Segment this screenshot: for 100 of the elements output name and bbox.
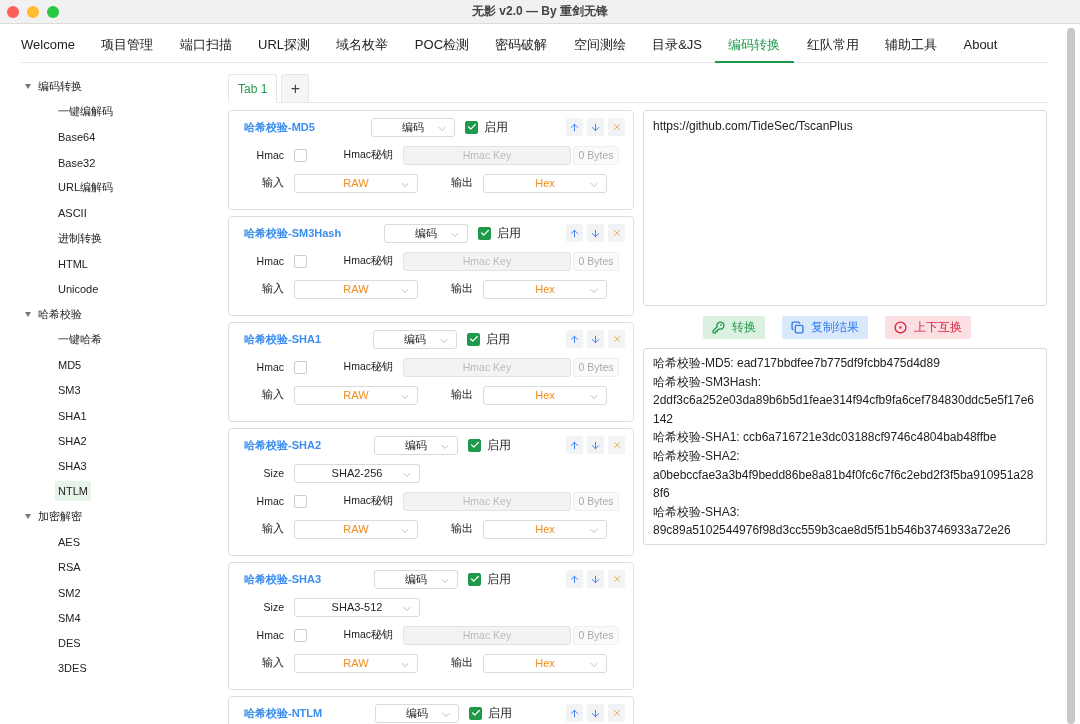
nav-tab[interactable]: 域名枚举 <box>323 24 402 63</box>
hmac-checkbox[interactable] <box>294 360 307 374</box>
move-down-button[interactable] <box>587 330 604 348</box>
nav-tab[interactable]: 红队常用 <box>793 24 872 63</box>
close-button[interactable] <box>608 118 625 136</box>
move-down-button[interactable] <box>587 570 604 588</box>
hmac-checkbox[interactable] <box>294 148 307 162</box>
move-down-button[interactable] <box>587 436 604 454</box>
enable-label: 启用 <box>486 330 510 348</box>
tree-item[interactable]: SHA1 <box>55 405 90 426</box>
tree-item[interactable]: ASCII <box>55 203 90 224</box>
nav-tab[interactable]: 编码转换 <box>715 24 794 63</box>
tree-item[interactable]: SM3 <box>55 380 84 401</box>
tree-item[interactable]: 一键编解码 <box>55 100 116 124</box>
nav-tab[interactable]: 辅助工具 <box>871 24 951 63</box>
move-up-button[interactable] <box>566 118 583 136</box>
hmac-checkbox[interactable] <box>294 254 307 268</box>
tree-item[interactable]: RSA <box>55 557 84 578</box>
swap-button[interactable]: 上下互换 <box>885 316 971 339</box>
close-button[interactable] <box>608 704 625 722</box>
nav-tab[interactable]: 项目管理 <box>88 24 167 63</box>
nav-tab[interactable]: 目录&JS <box>638 24 716 63</box>
tree-item[interactable]: NTLM <box>55 481 91 502</box>
tree-group[interactable]: 加密解密 <box>38 509 82 525</box>
tree-item[interactable]: Base64 <box>55 127 99 148</box>
close-button[interactable] <box>608 436 625 454</box>
size-select[interactable]: SHA2-256 <box>294 463 420 483</box>
move-up-button[interactable] <box>566 436 583 454</box>
caret-icon[interactable] <box>25 514 31 520</box>
tree-item[interactable]: 一键哈希 <box>55 328 105 352</box>
close-button[interactable] <box>608 330 625 348</box>
hmac-label: Hmac <box>255 629 284 641</box>
output-line: 哈希校验-SM3Hash: <box>653 373 763 391</box>
hmac-key-field[interactable]: Hmac Key <box>403 145 571 165</box>
byte-count: 0 Bytes <box>573 357 619 377</box>
move-up-button[interactable] <box>566 330 583 348</box>
tree-item[interactable]: SM2 <box>55 582 84 603</box>
input-text-area[interactable]: https://github.com/TideSec/TscanPlus <box>643 110 1047 306</box>
nav-tab[interactable]: URL探测 <box>244 24 324 63</box>
output-text-area[interactable] <box>643 348 1047 545</box>
arrow-up-icon <box>569 121 580 133</box>
nav-tab[interactable]: 空间测绘 <box>560 24 639 63</box>
nav-tab[interactable]: 端口扫描 <box>166 24 245 63</box>
move-down-button[interactable] <box>587 118 604 136</box>
tree-item[interactable]: SM4 <box>55 607 84 628</box>
tree-item[interactable]: 3DES <box>55 658 90 679</box>
nav-tab[interactable]: 密码破解 <box>482 24 561 63</box>
document-tab[interactable]: Tab 1 <box>228 74 278 103</box>
enable-checkbox[interactable] <box>478 226 491 240</box>
move-down-button[interactable] <box>587 704 604 722</box>
key-label: Hmac秘钥 <box>342 254 393 268</box>
mode-select[interactable]: 编码 <box>374 435 458 455</box>
nav-tab[interactable]: About <box>950 24 1011 63</box>
tree-item[interactable]: DES <box>55 633 84 654</box>
close-button[interactable] <box>608 224 625 242</box>
tree-item[interactable]: AES <box>55 532 83 552</box>
mode-select[interactable]: 编码 <box>374 569 458 589</box>
nav-tab[interactable]: POC检测 <box>401 24 483 63</box>
mode-select[interactable]: 编码 <box>375 703 459 723</box>
enable-checkbox[interactable] <box>465 120 478 134</box>
tree-item[interactable]: SHA3 <box>55 456 90 477</box>
hmac-checkbox[interactable] <box>294 628 307 642</box>
tree-item[interactable]: URL编解码 <box>55 176 116 200</box>
hmac-checkbox[interactable] <box>294 494 307 508</box>
enable-checkbox[interactable] <box>467 332 480 346</box>
move-down-button[interactable] <box>587 224 604 242</box>
tree-item[interactable]: SHA2 <box>55 430 90 451</box>
move-up-button[interactable] <box>566 704 583 722</box>
move-up-button[interactable] <box>566 224 583 242</box>
tree-item[interactable]: Base32 <box>55 152 99 173</box>
caret-icon[interactable] <box>25 84 31 90</box>
hmac-key-field[interactable]: Hmac Key <box>403 251 571 271</box>
enable-label: 启用 <box>488 704 512 722</box>
enable-checkbox[interactable] <box>468 438 481 452</box>
hmac-key-field[interactable]: Hmac Key <box>403 357 571 377</box>
tree-item[interactable]: 进制转换 <box>55 226 105 250</box>
tree-item[interactable]: HTML <box>55 253 91 274</box>
close-window-button[interactable] <box>7 6 19 18</box>
output-line: 2ddf3c6a252e03da89b6b5d1feae314f94cfb9fa6cef784830ddc5e5f17e6142 <box>653 392 1036 428</box>
caret-icon[interactable] <box>25 311 31 317</box>
mode-select[interactable]: 编码 <box>384 223 468 243</box>
hmac-key-field[interactable]: Hmac Key <box>403 491 571 511</box>
tree-group[interactable]: 哈希校验 <box>38 306 82 322</box>
maximize-window-button[interactable] <box>47 6 59 18</box>
mode-select[interactable]: 编码 <box>371 117 455 137</box>
hmac-key-field[interactable]: Hmac Key <box>403 625 571 645</box>
scrollbar[interactable] <box>1067 28 1075 724</box>
enable-checkbox[interactable] <box>469 706 482 720</box>
tree-item[interactable]: Unicode <box>55 279 102 299</box>
nav-tab[interactable]: Welcome <box>21 24 89 63</box>
enable-checkbox[interactable] <box>468 572 481 586</box>
add-tab-button[interactable]: + <box>281 74 310 103</box>
tree-item[interactable]: MD5 <box>55 354 85 375</box>
tree-group[interactable]: 编码转换 <box>38 79 82 95</box>
mode-select[interactable]: 编码 <box>373 329 457 349</box>
hmac-label: Hmac <box>255 255 284 267</box>
move-up-button[interactable] <box>566 570 583 588</box>
close-button[interactable] <box>608 570 625 588</box>
byte-count: 0 Bytes <box>573 145 619 165</box>
size-select[interactable]: SHA3-512 <box>294 597 420 617</box>
